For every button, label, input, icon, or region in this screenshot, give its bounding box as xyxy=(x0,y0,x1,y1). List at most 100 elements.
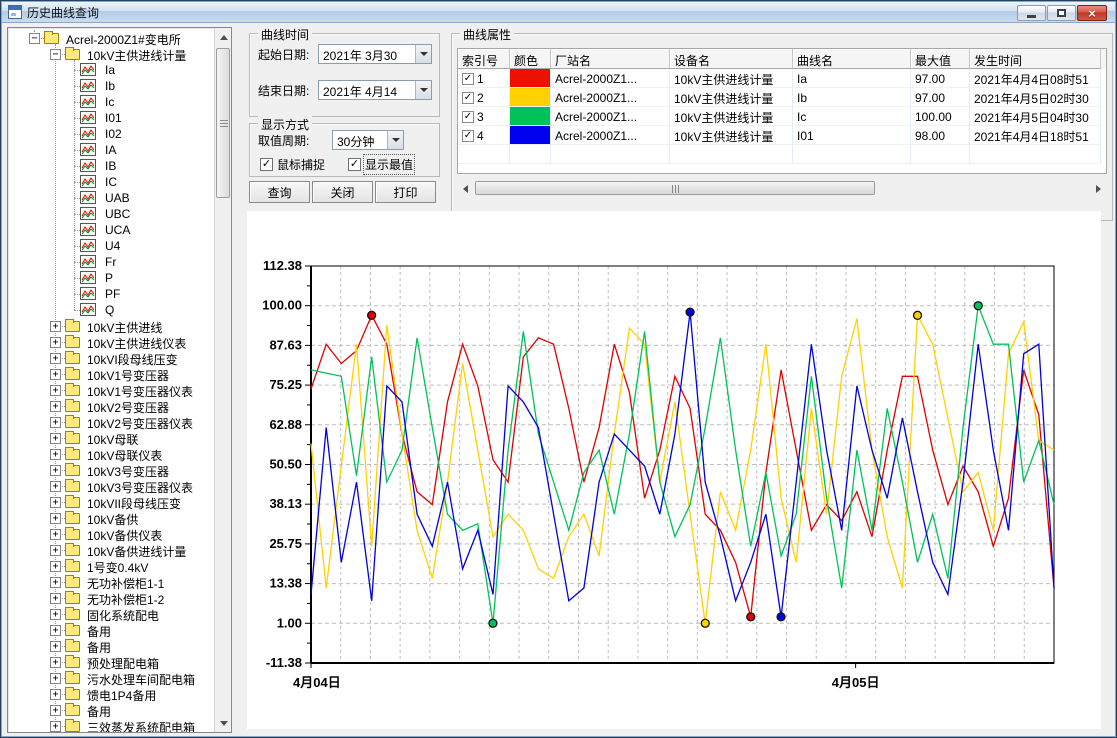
row-checkbox[interactable]: ✓ xyxy=(462,92,474,104)
expand-icon[interactable] xyxy=(50,497,61,508)
tree-item-预处理配电箱[interactable]: 预处理配电箱 xyxy=(8,654,214,670)
minimize-button[interactable] xyxy=(1017,5,1046,21)
tree-item-固化系统配电[interactable]: 固化系统配电 xyxy=(8,606,214,622)
column-header-4[interactable]: 设备名 xyxy=(670,49,793,69)
tree-item-10kV备供进线计量[interactable]: 10kV备供进线计量 xyxy=(8,542,214,558)
tree-item-备用[interactable]: 备用 xyxy=(8,702,214,718)
tree-item-无功补偿柜1-1[interactable]: 无功补偿柜1-1 xyxy=(8,574,214,590)
column-header-3[interactable]: 厂站名 xyxy=(551,49,670,69)
expand-icon[interactable] xyxy=(50,721,61,732)
tree-item-10kV备供[interactable]: 10kV备供 xyxy=(8,510,214,526)
tree-item-Q[interactable]: Q xyxy=(8,302,214,318)
expand-icon[interactable] xyxy=(50,465,61,476)
tree-item-污水处理车间配电箱[interactable]: 污水处理车间配电箱 xyxy=(8,670,214,686)
tree-scroll-thumb[interactable] xyxy=(216,48,230,198)
tree-item-无功补偿柜1-2[interactable]: 无功补偿柜1-2 xyxy=(8,590,214,606)
column-header-6[interactable]: 最大值 xyxy=(911,49,970,69)
expand-icon[interactable] xyxy=(50,417,61,428)
expand-icon[interactable] xyxy=(50,385,61,396)
tree-item-10kV母联仪表[interactable]: 10kV母联仪表 xyxy=(8,446,214,462)
tree-item-10kVI段母线压变[interactable]: 10kVI段母线压变 xyxy=(8,350,214,366)
expand-icon[interactable] xyxy=(50,513,61,524)
tree-item-10kVII段母线压变[interactable]: 10kVII段母线压变 xyxy=(8,494,214,510)
close-query-button[interactable]: 关闭 xyxy=(312,181,373,203)
tree-item-I02[interactable]: I02 xyxy=(8,126,214,142)
scroll-up-button[interactable] xyxy=(216,29,231,45)
tree-item-UBC[interactable]: UBC xyxy=(8,206,214,222)
tree-item-10kV主供进线[interactable]: 10kV主供进线 xyxy=(8,318,214,334)
tree-item-三效蒸发系统配电箱[interactable]: 三效蒸发系统配电箱 xyxy=(8,718,214,732)
tree-item-U4[interactable]: U4 xyxy=(8,238,214,254)
scroll-left-button[interactable] xyxy=(458,181,473,196)
tree-item-Ia[interactable]: Ia xyxy=(8,62,214,78)
history-curve-chart[interactable]: 112.38100.0087.6375.2562.8850.5038.1325.… xyxy=(247,211,1101,729)
show-extremes-checkbox[interactable]: ✓ xyxy=(348,158,361,171)
row-checkbox[interactable]: ✓ xyxy=(462,73,474,85)
table-horizontal-scrollbar[interactable] xyxy=(457,180,1107,197)
tree-item-Ib[interactable]: Ib xyxy=(8,78,214,94)
tree-item-10kV3号变压器[interactable]: 10kV3号变压器 xyxy=(8,462,214,478)
print-button[interactable]: 打印 xyxy=(375,181,436,203)
expand-icon[interactable] xyxy=(50,433,61,444)
collapse-icon[interactable] xyxy=(29,33,40,44)
tree-item-P[interactable]: P xyxy=(8,270,214,286)
row-checkbox[interactable]: ✓ xyxy=(462,130,474,142)
column-header-7[interactable]: 发生时间 xyxy=(970,49,1101,69)
query-button[interactable]: 查询 xyxy=(249,181,310,203)
scroll-right-button[interactable] xyxy=(1091,181,1106,196)
expand-icon[interactable] xyxy=(50,593,61,604)
tree-item-Acrel-2000Z1#变电所[interactable]: Acrel-2000Z1#变电所 xyxy=(8,30,214,46)
expand-icon[interactable] xyxy=(50,689,61,700)
tree-item-10kV主供进线仪表[interactable]: 10kV主供进线仪表 xyxy=(8,334,214,350)
tree-item-10kV2号变压器仪表[interactable]: 10kV2号变压器仪表 xyxy=(8,414,214,430)
expand-icon[interactable] xyxy=(50,353,61,364)
expand-icon[interactable] xyxy=(50,481,61,492)
tree-item-10kV1号变压器[interactable]: 10kV1号变压器 xyxy=(8,366,214,382)
close-button[interactable]: × xyxy=(1077,5,1107,21)
table-row[interactable]: ✓3Acrel-2000Z1...10kV主供进线计量Ic100.002021年… xyxy=(458,107,1106,126)
expand-icon[interactable] xyxy=(50,577,61,588)
tree-item-备用[interactable]: 备用 xyxy=(8,622,214,638)
end-date-combobox[interactable]: 2021年 4月14 xyxy=(318,80,432,100)
tree-item-IA[interactable]: IA xyxy=(8,142,214,158)
expand-icon[interactable] xyxy=(50,673,61,684)
end-date-dropdown-button[interactable] xyxy=(415,81,431,99)
column-header-2[interactable]: 颜色 xyxy=(510,49,551,69)
tree-item-10kV备供仪表[interactable]: 10kV备供仪表 xyxy=(8,526,214,542)
column-header-1[interactable]: 索引号 xyxy=(458,49,510,69)
maximize-button[interactable] xyxy=(1047,5,1076,21)
scroll-down-button[interactable] xyxy=(216,715,231,731)
collapse-icon[interactable] xyxy=(50,49,61,60)
tree-item-UCA[interactable]: UCA xyxy=(8,222,214,238)
tree-item-10kV2号变压器[interactable]: 10kV2号变压器 xyxy=(8,398,214,414)
tree-item-Fr[interactable]: Fr xyxy=(8,254,214,270)
title-bar[interactable]: 历史曲线查询 × xyxy=(2,2,1115,23)
tree-item-IB[interactable]: IB xyxy=(8,158,214,174)
table-scroll-thumb[interactable] xyxy=(475,181,875,195)
table-row[interactable]: ✓4Acrel-2000Z1...10kV主供进线计量I0198.002021年… xyxy=(458,126,1106,145)
tree-item-馈电1P4备用[interactable]: 馈电1P4备用 xyxy=(8,686,214,702)
expand-icon[interactable] xyxy=(50,657,61,668)
expand-icon[interactable] xyxy=(50,609,61,620)
table-row[interactable]: ✓2Acrel-2000Z1...10kV主供进线计量Ib97.002021年4… xyxy=(458,88,1106,107)
expand-icon[interactable] xyxy=(50,545,61,556)
expand-icon[interactable] xyxy=(50,561,61,572)
start-date-dropdown-button[interactable] xyxy=(415,45,431,63)
tree-item-1号变0.4kV[interactable]: 1号变0.4kV xyxy=(8,558,214,574)
tree-item-10kV3号变压器仪表[interactable]: 10kV3号变压器仪表 xyxy=(8,478,214,494)
curve-attributes-table[interactable]: 索引号颜色厂站名设备名曲线名最大值发生时间✓1Acrel-2000Z1...10… xyxy=(457,48,1107,174)
expand-icon[interactable] xyxy=(50,369,61,380)
mouse-capture-checkbox[interactable]: ✓ xyxy=(260,158,273,171)
tree-item-10kV母联[interactable]: 10kV母联 xyxy=(8,430,214,446)
row-checkbox[interactable]: ✓ xyxy=(462,111,474,123)
tree-item-PF[interactable]: PF xyxy=(8,286,214,302)
column-header-5[interactable]: 曲线名 xyxy=(793,49,911,69)
expand-icon[interactable] xyxy=(50,641,61,652)
expand-icon[interactable] xyxy=(50,321,61,332)
expand-icon[interactable] xyxy=(50,337,61,348)
expand-icon[interactable] xyxy=(50,705,61,716)
tree-item-10kV主供进线计量[interactable]: 10kV主供进线计量 xyxy=(8,46,214,62)
period-dropdown-button[interactable] xyxy=(387,131,403,149)
expand-icon[interactable] xyxy=(50,625,61,636)
tree-vertical-scrollbar[interactable] xyxy=(214,28,231,732)
